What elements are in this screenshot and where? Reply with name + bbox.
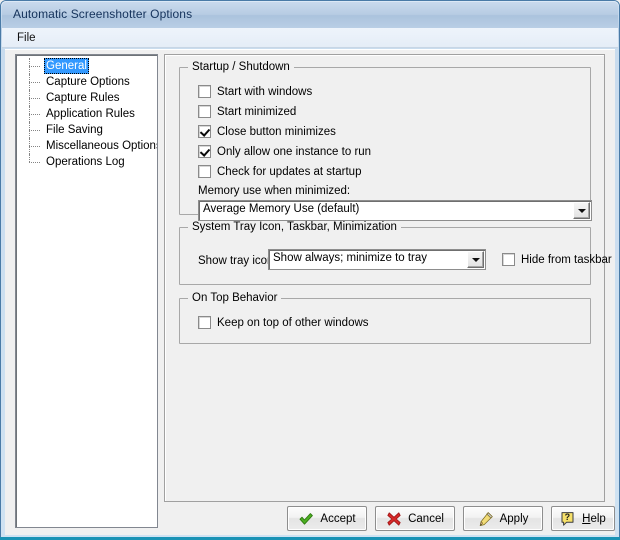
options-window: Automatic Screenshotter Options File Gen…: [0, 0, 620, 540]
tree-branch-icon: [26, 106, 44, 122]
system-tray-group-title: System Tray Icon, Taskbar, Minimization: [188, 221, 401, 233]
chevron-down-icon[interactable]: [467, 251, 484, 268]
settings-tree[interactable]: General Capture Options Capture Rules Ap…: [15, 54, 158, 528]
tree-branch-icon: [26, 90, 44, 106]
show-tray-icon-label: Show tray icon:: [198, 255, 277, 267]
sidebar-item-label: File Saving: [46, 124, 103, 136]
cancel-button-label: Cancel: [408, 512, 444, 525]
close-x-icon: [386, 511, 402, 527]
sidebar-item-label: Capture Rules: [46, 92, 120, 104]
sidebar-item-file-saving[interactable]: File Saving: [16, 122, 157, 138]
checkbox-label: Check for updates at startup: [217, 166, 362, 178]
sidebar-item-label: General: [44, 58, 89, 74]
sidebar-item-label: Application Rules: [46, 108, 135, 120]
checkbox-box[interactable]: [198, 105, 211, 118]
checkbox-box[interactable]: [198, 165, 211, 178]
tree-branch-icon: [26, 122, 44, 138]
checkbox-box[interactable]: [198, 85, 211, 98]
sidebar-item-label: Capture Options: [46, 76, 130, 88]
startup-shutdown-group: Startup / Shutdown Start with windows St…: [179, 61, 592, 221]
startup-shutdown-group-title: Startup / Shutdown: [188, 61, 294, 73]
question-mark-icon: ?: [560, 511, 576, 527]
sidebar-item-general[interactable]: General: [16, 58, 157, 74]
sidebar-item-capture-options[interactable]: Capture Options: [16, 74, 157, 90]
accept-button[interactable]: Accept: [287, 506, 367, 531]
settings-content-panel: Startup / Shutdown Start with windows St…: [164, 54, 612, 502]
system-tray-group: System Tray Icon, Taskbar, Minimization …: [179, 221, 612, 285]
accept-button-label: Accept: [320, 512, 356, 525]
title-bar[interactable]: Automatic Screenshotter Options: [2, 2, 618, 28]
tree-branch-icon: [26, 138, 44, 154]
svg-text:?: ?: [565, 512, 571, 522]
checkbox-box[interactable]: [198, 145, 211, 158]
checkbox-label: Hide from taskbar: [521, 254, 612, 266]
sidebar-item-operations-log[interactable]: Operations Log: [16, 154, 157, 170]
checkbox-label: Start with windows: [217, 86, 313, 98]
checkbox-box[interactable]: [198, 125, 211, 138]
sidebar-item-capture-rules[interactable]: Capture Rules: [16, 90, 157, 106]
window-title: Automatic Screenshotter Options: [13, 7, 193, 21]
sidebar-item-label: Miscellaneous Options: [46, 140, 158, 152]
checkbox-box[interactable]: [502, 253, 515, 266]
checkbox-label: Close button minimizes: [217, 126, 336, 138]
chevron-down-icon[interactable]: [573, 202, 590, 219]
checkbox-label: Start minimized: [217, 106, 297, 118]
cancel-button[interactable]: Cancel: [375, 506, 455, 531]
tree-branch-icon: [26, 154, 44, 170]
on-top-behavior-group: On Top Behavior Keep on top of other win…: [179, 292, 591, 344]
sidebar-item-label: Operations Log: [46, 156, 125, 168]
menu-bar: File: [2, 28, 618, 48]
memory-use-dropdown[interactable]: Average Memory Use (default): [198, 200, 592, 221]
checkbox-box[interactable]: [198, 316, 211, 329]
checkbox-label: Keep on top of other windows: [217, 317, 369, 329]
sidebar-item-application-rules[interactable]: Application Rules: [16, 106, 157, 122]
help-label-rest: elp: [590, 512, 606, 525]
apply-button-label: Apply: [499, 512, 529, 525]
menu-item-file[interactable]: File: [10, 30, 43, 46]
apply-button[interactable]: Apply: [463, 506, 543, 531]
memory-use-value: Average Memory Use (default): [203, 203, 360, 215]
on-top-behavior-group-title: On Top Behavior: [188, 292, 282, 304]
help-button-label: Help: [582, 513, 606, 525]
sidebar-item-miscellaneous-options[interactable]: Miscellaneous Options: [16, 138, 157, 154]
show-tray-icon-value: Show always; minimize to tray: [273, 252, 428, 264]
help-button[interactable]: ? Help: [551, 506, 615, 531]
client-area: General Capture Options Capture Rules Ap…: [5, 49, 615, 535]
checkmark-icon: [298, 511, 314, 527]
tree-branch-icon: [26, 58, 44, 74]
show-tray-icon-dropdown[interactable]: Show always; minimize to tray: [268, 249, 486, 270]
pencil-icon: [478, 511, 494, 527]
memory-use-label: Memory use when minimized:: [198, 185, 351, 197]
tree-branch-icon: [26, 74, 44, 90]
settings-tree-list: General Capture Options Capture Rules Ap…: [16, 58, 157, 170]
checkbox-label: Only allow one instance to run: [217, 146, 372, 158]
